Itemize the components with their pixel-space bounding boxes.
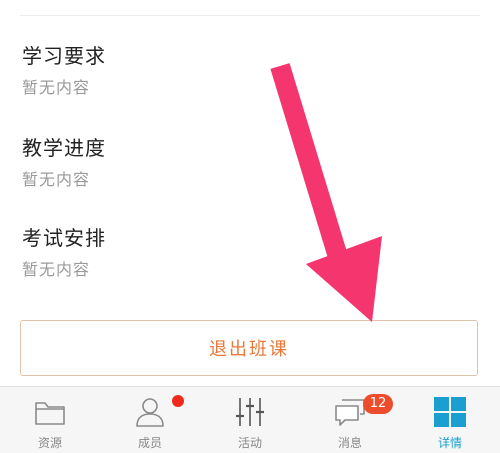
section-title: 考试安排	[22, 226, 106, 250]
grid-icon	[434, 397, 466, 427]
tab-label: 成员	[137, 436, 162, 450]
notification-dot	[172, 395, 184, 407]
exit-class-button[interactable]: 退出班课	[20, 320, 478, 376]
section-title: 教学进度	[22, 136, 106, 160]
tab-label: 资源	[37, 436, 62, 450]
tab-label: 消息	[337, 436, 362, 450]
tab-label: 详情	[437, 436, 462, 450]
top-divider	[20, 15, 480, 16]
bottom-tab-bar: 资源 成员 活动 消息 12 详情	[0, 386, 500, 453]
tab-resources[interactable]: 资源	[0, 387, 100, 453]
folder-icon	[35, 402, 65, 425]
tab-members[interactable]: 成员	[100, 387, 200, 453]
section-title: 学习要求	[22, 44, 106, 68]
section-body: 暂无内容	[22, 260, 91, 279]
section-body: 暂无内容	[22, 170, 91, 189]
section-body: 暂无内容	[22, 78, 91, 97]
section-study-requirements: 学习要求 暂无内容	[22, 44, 322, 98]
unread-badge: 12	[363, 394, 393, 414]
section-exam-schedule: 考试安排 暂无内容	[22, 226, 322, 280]
tab-activities[interactable]: 活动	[200, 387, 300, 453]
sliders-icon	[236, 398, 264, 426]
tab-messages[interactable]: 消息 12	[300, 387, 400, 453]
tab-label: 活动	[237, 436, 262, 450]
person-icon	[136, 398, 164, 427]
chat-icon	[335, 399, 365, 426]
section-teaching-progress: 教学进度 暂无内容	[22, 136, 322, 190]
tab-details[interactable]: 详情	[400, 387, 500, 453]
